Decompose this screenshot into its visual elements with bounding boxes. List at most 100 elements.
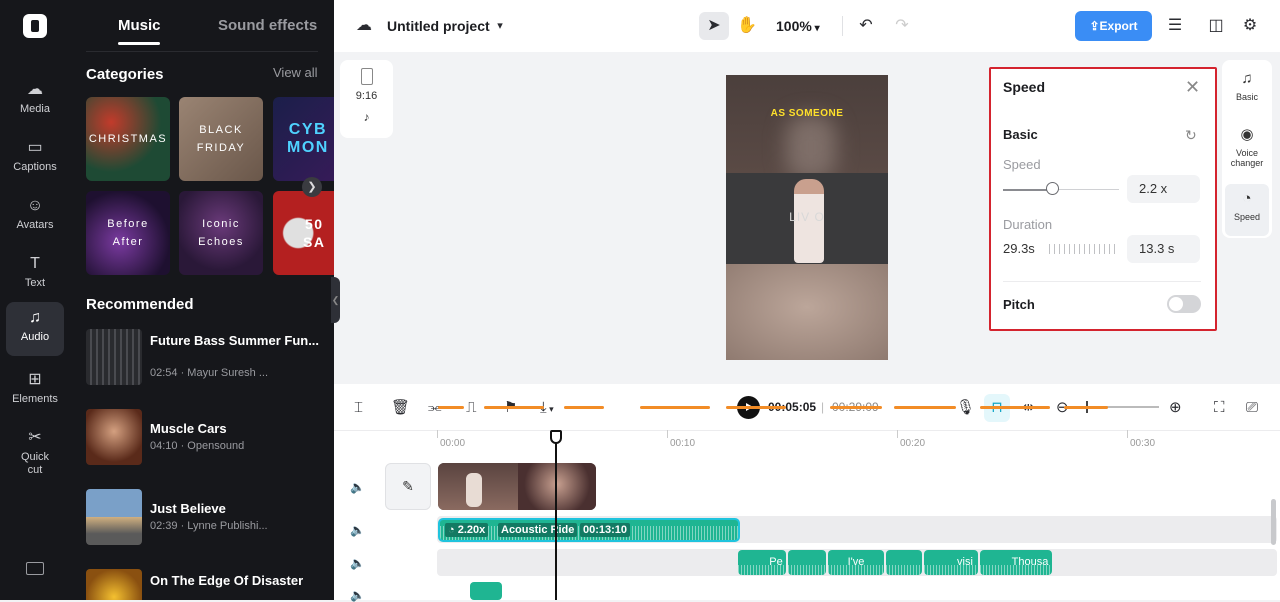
tool-voice-changer[interactable]: ◉ Voice changer xyxy=(1225,120,1269,180)
duration-arrow-icon xyxy=(1049,244,1117,254)
divider xyxy=(1003,281,1201,282)
divider xyxy=(842,16,843,36)
music-note-icon: ♫ xyxy=(29,309,41,326)
captions-icon: ▭ xyxy=(27,139,43,156)
rail-item-captions[interactable]: ▭ Captions xyxy=(6,132,64,186)
category-before-after[interactable]: Before After xyxy=(86,191,170,275)
rail-item-audio[interactable]: ♫ Audio xyxy=(6,302,64,356)
fit-icon[interactable]: ⛶ xyxy=(1214,399,1225,417)
text-clip[interactable] xyxy=(886,550,922,575)
keyboard-icon[interactable] xyxy=(26,562,44,575)
category-iconic-echoes[interactable]: Iconic Echoes xyxy=(179,191,263,275)
elements-icon: ⊞ xyxy=(28,371,42,388)
hand-icon[interactable]: ✋ xyxy=(733,12,761,40)
tab-sound-effects[interactable]: Sound effects xyxy=(218,17,317,34)
speed-value-input[interactable]: 2.2 x xyxy=(1127,175,1200,203)
caption-marker xyxy=(1064,406,1108,409)
freeze-icon[interactable]: ⎍ xyxy=(466,399,477,417)
edit-cover-button[interactable]: ✎ xyxy=(385,463,431,510)
rail-item-media[interactable]: ☁ Media xyxy=(6,74,64,128)
category-sale[interactable]: 50 SA xyxy=(273,191,334,275)
zoom-level[interactable]: 100% ▾ xyxy=(776,18,820,34)
collapse-panel-handle[interactable]: ❮ xyxy=(331,277,340,323)
reset-icon[interactable]: ↻ xyxy=(1185,127,1197,144)
text-clip[interactable]: Thousa xyxy=(980,550,1052,575)
rail-item-avatars[interactable]: ☺ Avatars xyxy=(6,190,64,244)
pitch-toggle[interactable] xyxy=(1167,295,1201,313)
cloud-save-icon[interactable]: ☁ xyxy=(352,12,376,40)
export-button[interactable]: ⇪Export xyxy=(1075,11,1152,41)
text-clip[interactable] xyxy=(788,550,826,575)
split-icon[interactable]: ⌶ xyxy=(354,399,363,417)
pencil-icon: ✎ xyxy=(402,478,414,494)
rail-item-elements[interactable]: ⊞ Elements xyxy=(6,364,64,418)
tool-speed[interactable]: ◔ Speed xyxy=(1225,184,1269,236)
app-logo-icon[interactable] xyxy=(23,14,47,38)
speed-slider[interactable] xyxy=(1003,182,1119,195)
track-item[interactable]: On The Edge Of Disaster xyxy=(86,569,326,600)
microphone-icon[interactable]: 🎙 xyxy=(956,399,975,417)
caption-marker xyxy=(894,406,956,409)
track-item[interactable]: Just Believe 02:39 · Lynne Publishi... xyxy=(86,489,326,547)
rail-item-quick-cut[interactable]: ✂ Quick cut xyxy=(6,422,64,480)
undo-icon[interactable]: ↶ xyxy=(854,12,878,40)
text-clip[interactable] xyxy=(470,582,502,600)
track-thumbnail xyxy=(86,569,142,600)
track-thumbnail xyxy=(86,489,142,545)
chevron-down-icon[interactable]: ▾ xyxy=(492,12,508,40)
time-ruler[interactable]: 00:00 00:10 00:20 00:30 xyxy=(437,430,1280,456)
volume-icon[interactable]: 🔈 xyxy=(350,523,365,537)
category-christmas[interactable]: CHRISTMAS xyxy=(86,97,170,181)
preview-icon[interactable]: ⎚ xyxy=(1246,399,1258,417)
speed-icon: ◔ xyxy=(1242,190,1252,207)
delete-icon[interactable]: 🗑 xyxy=(391,399,410,417)
panel-title: Speed xyxy=(1003,79,1046,95)
chevron-right-icon[interactable]: ❯ xyxy=(302,177,322,197)
volume-icon[interactable]: 🔈 xyxy=(350,556,365,570)
aspect-ratio-button[interactable]: 9:16 ♪ xyxy=(340,60,393,138)
text-clip[interactable]: I've xyxy=(828,550,884,575)
tiktok-icon: ♪ xyxy=(363,110,370,124)
category-cyber-monday[interactable]: CYB MON xyxy=(273,97,334,181)
duration-value-input[interactable]: 13.3 s xyxy=(1127,235,1200,263)
rail-item-text[interactable]: T Text xyxy=(6,248,64,302)
video-preview[interactable]: AS SOMEONE LIV O xyxy=(726,75,888,360)
track-item[interactable]: Future Bass Summer Fun... 02:54 · Mayur … xyxy=(86,329,326,387)
slider-handle[interactable] xyxy=(1046,182,1059,195)
speed-label: Speed xyxy=(1003,157,1041,172)
avatar-icon: ☺ xyxy=(26,197,44,214)
text-clip[interactable]: visi xyxy=(924,550,978,575)
text-clip[interactable]: Pe xyxy=(738,550,786,575)
caption-marker xyxy=(726,406,786,409)
close-icon[interactable]: ✕ xyxy=(1185,77,1200,98)
caption-marker xyxy=(438,406,464,409)
chevron-down-icon: ▾ xyxy=(546,404,554,414)
track-item[interactable]: Muscle Cars 04:10 · Opensound xyxy=(86,409,326,467)
audio-clip[interactable]: ◔ 2.20x Acoustic Ride 00:13:10 xyxy=(438,518,740,542)
scissors-icon: ✂ xyxy=(28,429,42,446)
video-clip[interactable] xyxy=(438,463,596,510)
redo-icon[interactable]: ↷ xyxy=(890,12,914,40)
recommended-title: Recommended xyxy=(86,296,194,313)
tab-music[interactable]: Music xyxy=(118,17,161,34)
panel-toggle-icon[interactable]: ◫ xyxy=(1204,12,1228,40)
playhead-handle[interactable] xyxy=(550,430,562,444)
duration-label: Duration xyxy=(1003,217,1053,232)
speed-panel: Speed ✕ Basic ↻ Speed 2.2 x Duration 29.… xyxy=(989,67,1217,331)
tool-basic[interactable]: ♫ Basic xyxy=(1225,64,1269,116)
caption-marker xyxy=(640,406,710,409)
zoom-in-icon[interactable]: ⊕ xyxy=(1169,399,1182,417)
project-name[interactable]: Untitled project xyxy=(387,18,490,34)
select-pointer-icon[interactable]: ➤ xyxy=(699,12,729,40)
view-all-link[interactable]: View all xyxy=(273,65,318,80)
volume-icon[interactable]: 🔈 xyxy=(350,480,365,494)
chevron-down-icon: ▾ xyxy=(811,23,820,34)
playhead[interactable] xyxy=(555,432,557,600)
layers-icon[interactable]: ☰ xyxy=(1163,12,1187,40)
video-caption: AS SOMEONE xyxy=(770,108,844,119)
vertical-scrollbar[interactable] xyxy=(1271,499,1276,545)
gear-icon[interactable]: ⚙ xyxy=(1238,12,1262,40)
time-separator: | xyxy=(821,400,825,414)
caption-marker xyxy=(484,406,544,409)
category-black-friday[interactable]: BLACK FRIDAY xyxy=(179,97,263,181)
